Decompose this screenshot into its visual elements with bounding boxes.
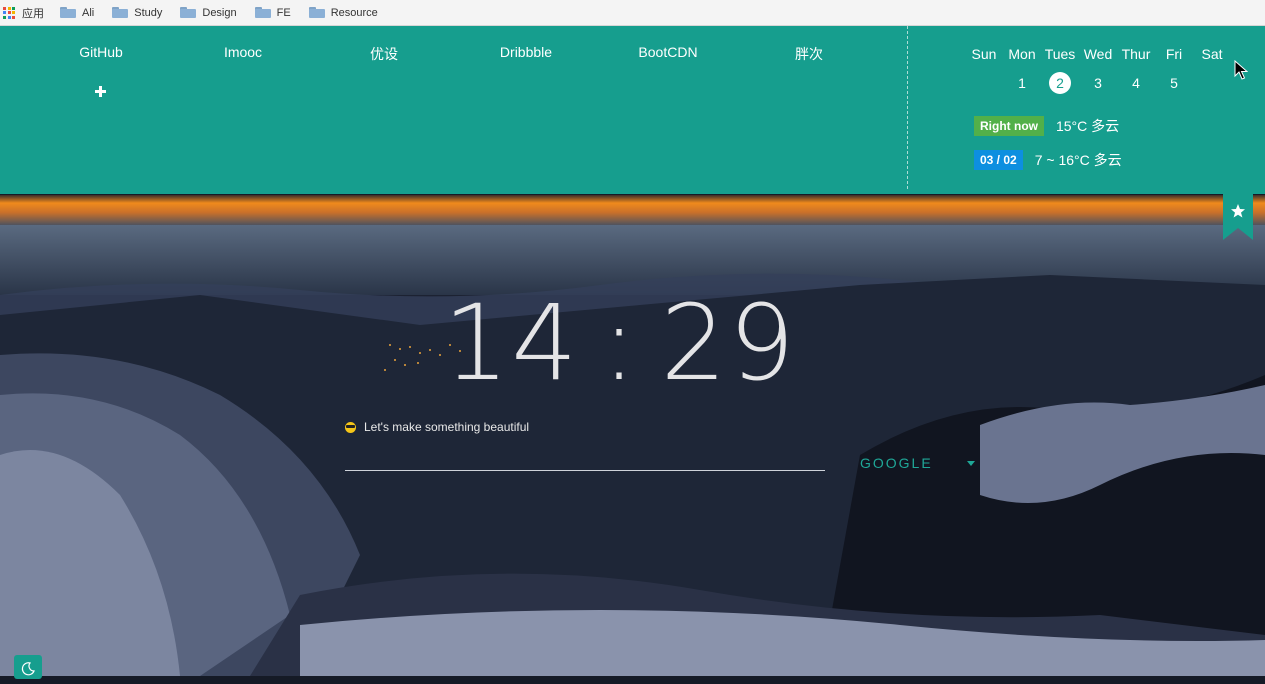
bookmarks-bar: 应用 Ali Study Design FE Resource [0, 0, 1265, 26]
panel-divider [907, 26, 908, 189]
clock-separator: : [601, 282, 639, 404]
link-github[interactable]: GitHub [30, 44, 172, 60]
calendar-date-today: 2 [1041, 72, 1079, 94]
search-input[interactable] [345, 445, 829, 471]
weekday-label: Sun [971, 46, 997, 62]
add-link-icon[interactable] [92, 82, 110, 100]
mountain-scene-image [0, 195, 1265, 676]
calendar-date: 5 [1170, 75, 1178, 91]
moon-icon [21, 662, 35, 676]
link-bootcdn[interactable]: BootCDN [597, 44, 739, 60]
folder-icon [254, 7, 271, 18]
apps-shortcut[interactable]: 应用 [3, 5, 44, 21]
bookmark-folder-design[interactable]: Design [180, 6, 237, 19]
weather-now-value: 15°C 多云 [1055, 118, 1120, 134]
search-underline [345, 470, 825, 471]
bookmark-folder-label: Resource [330, 6, 378, 19]
weekday-label: Sat [1201, 46, 1223, 62]
folder-icon [180, 7, 197, 18]
top-panel: GitHub Imooc 优设 Dribbble BootCDN 胖次 Sun … [0, 26, 1265, 194]
calendar-date [965, 72, 1003, 94]
bookmark-folder-resource[interactable]: Resource [308, 6, 378, 19]
bookmark-folder-fe[interactable]: FE [254, 6, 291, 19]
calendar-date: 3 [1094, 75, 1102, 91]
apps-label: 应用 [22, 7, 44, 20]
motto: Let's make something beautiful [345, 420, 529, 434]
weather-now: Right now 15°C 多云 [974, 116, 1119, 136]
caret-down-icon[interactable] [967, 461, 975, 466]
weekday-label: Wed [1083, 46, 1113, 62]
night-mode-button[interactable] [14, 655, 42, 679]
link-dribbble[interactable]: Dribbble [455, 44, 597, 60]
calendar-date [1193, 72, 1231, 94]
clock-minutes: 29 [660, 282, 797, 404]
apps-grid-icon [3, 6, 15, 19]
calendar-date: 1 [1018, 75, 1026, 91]
weekday-label: Mon [1008, 46, 1036, 62]
folder-icon [112, 7, 129, 18]
search-engine-select[interactable]: GOOGLE [860, 455, 933, 471]
clock-hours: 14 [443, 282, 580, 404]
link-imooc[interactable]: Imooc [172, 44, 314, 60]
bookmark-folder-study[interactable]: Study [112, 7, 162, 19]
weekday-label: Fri [1165, 46, 1183, 62]
link-pangci[interactable]: 胖次 [738, 44, 880, 64]
bookmark-folder-label: Study [134, 6, 163, 19]
calendar-dates: 1 2 3 4 5 [965, 72, 1231, 94]
folder-icon [60, 7, 76, 18]
weather-today-value: 7 ~ 16°C 多云 [1034, 152, 1122, 168]
today-marker: 2 [1049, 72, 1071, 94]
weather-now-badge: Right now [974, 116, 1044, 136]
link-uisdc[interactable]: 优设 [313, 44, 455, 64]
motto-text: Let's make something beautiful [364, 420, 530, 434]
weekday-label: Thur [1121, 46, 1151, 62]
background-landscape [0, 195, 1265, 676]
bookmark-folder-label: Design [202, 6, 237, 19]
bookmark-folder-ali[interactable]: Ali [60, 7, 94, 19]
calendar: Sun Mon Tues Wed Thur Fri Sat 1 2 3 4 5 [965, 46, 1231, 94]
weather-today: 03 / 02 7 ~ 16°C 多云 [974, 150, 1122, 170]
folder-icon [308, 7, 325, 18]
weekday-label: Tues [1044, 46, 1076, 62]
sunglasses-emoji-icon [345, 421, 356, 433]
calendar-weekdays: Sun Mon Tues Wed Thur Fri Sat [965, 46, 1231, 62]
bookmark-folder-label: FE [276, 6, 291, 19]
favorites-ribbon-icon[interactable] [1223, 194, 1253, 240]
calendar-date: 4 [1132, 75, 1140, 91]
mouse-cursor-icon [1234, 60, 1248, 80]
weather-date-badge: 03 / 02 [974, 150, 1023, 170]
clock: 14:29 [400, 282, 840, 404]
bookmark-folder-label: Ali [82, 6, 95, 19]
